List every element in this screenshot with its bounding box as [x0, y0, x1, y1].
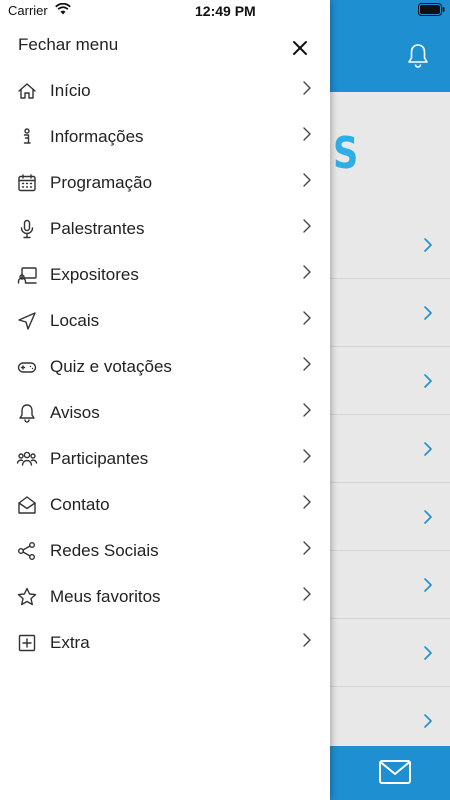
content-list-row[interactable] — [330, 688, 450, 755]
chevron-right-icon — [424, 238, 432, 252]
bell-icon — [16, 402, 38, 424]
chevron-right-icon — [301, 263, 313, 281]
menu-item[interactable]: Início — [0, 68, 330, 114]
chevron-right-icon — [301, 79, 313, 97]
chevron-right-icon — [301, 125, 313, 143]
menu-item-label: Extra — [50, 633, 90, 652]
chevron-right-icon — [424, 374, 432, 388]
menu-item-label: Informações — [50, 127, 144, 146]
chevron-right-icon — [301, 585, 313, 603]
battery-icon — [418, 3, 445, 16]
close-icon[interactable] — [288, 36, 312, 60]
menu-item[interactable]: Redes Sociais — [0, 528, 330, 574]
exhibitor-icon — [16, 264, 38, 286]
menu-item[interactable]: Quiz e votações — [0, 344, 330, 390]
content-list-row[interactable] — [330, 484, 450, 551]
chevron-right-icon — [301, 355, 313, 373]
notification-bell-icon[interactable] — [406, 43, 430, 69]
chevron-right-icon — [301, 309, 313, 327]
menu-item-label: Quiz e votações — [50, 357, 172, 376]
chevron-right-icon — [301, 493, 313, 511]
drawer-header: Fechar menu — [0, 24, 330, 68]
menu-item-label: Meus favoritos — [50, 587, 161, 606]
chevron-right-icon — [301, 217, 313, 235]
chevron-right-icon — [424, 714, 432, 728]
star-icon — [16, 586, 38, 608]
chevron-right-icon — [424, 306, 432, 320]
menu-item[interactable]: Participantes — [0, 436, 330, 482]
plus-square-icon — [16, 632, 38, 654]
content-list-row[interactable] — [330, 416, 450, 483]
mail-icon[interactable] — [379, 760, 411, 784]
menu-item-label: Contato — [50, 495, 110, 514]
chevron-right-icon — [301, 631, 313, 649]
chevron-right-icon — [301, 171, 313, 189]
menu-item-label: Início — [50, 81, 91, 100]
menu-item[interactable]: Informações — [0, 114, 330, 160]
status-bar: Carrier 12:49 PM — [0, 0, 450, 22]
menu-item[interactable]: Expositores — [0, 252, 330, 298]
close-menu-label[interactable]: Fechar menu — [18, 35, 118, 55]
microphone-icon — [16, 218, 38, 240]
menu-item-label: Expositores — [50, 265, 139, 284]
menu-item[interactable]: Palestrantes — [0, 206, 330, 252]
carrier-label: Carrier — [8, 3, 48, 18]
menu-item[interactable]: Programação — [0, 160, 330, 206]
share-icon — [16, 540, 38, 562]
chevron-right-icon — [301, 539, 313, 557]
info-icon — [16, 126, 38, 148]
menu-item-label: Participantes — [50, 449, 149, 468]
status-time: 12:49 PM — [195, 3, 256, 19]
home-icon — [16, 80, 38, 102]
chevron-right-icon — [424, 578, 432, 592]
menu-item-label: Redes Sociais — [50, 541, 159, 560]
menu-item[interactable]: Contato — [0, 482, 330, 528]
envelope-open-icon — [16, 494, 38, 516]
content-list-row[interactable] — [330, 348, 450, 415]
drawer-menu: Início Informações Programação Palestrantes… — [0, 68, 330, 666]
wifi-icon — [55, 3, 71, 15]
menu-item-label: Programação — [50, 173, 153, 192]
people-icon — [16, 448, 38, 470]
menu-item-label: Locais — [50, 311, 100, 330]
chevron-right-icon — [424, 646, 432, 660]
menu-item[interactable]: Locais — [0, 298, 330, 344]
chevron-right-icon — [301, 401, 313, 419]
menu-item-label: Palestrantes — [50, 219, 145, 238]
content-list-row[interactable] — [330, 552, 450, 619]
content-list-row[interactable] — [330, 280, 450, 347]
calendar-icon — [16, 172, 38, 194]
chevron-right-icon — [424, 510, 432, 524]
content-list-row[interactable] — [330, 212, 450, 279]
app-logo-fragment: S — [333, 128, 358, 179]
chevron-right-icon — [424, 442, 432, 456]
side-drawer: Fechar menu Início Informações Programação… — [0, 0, 330, 800]
location-arrow-icon — [16, 310, 38, 332]
content-list-row[interactable] — [330, 620, 450, 687]
gamepad-icon — [16, 356, 38, 378]
menu-item[interactable]: Extra — [0, 620, 330, 666]
menu-item[interactable]: Meus favoritos — [0, 574, 330, 620]
chevron-right-icon — [301, 447, 313, 465]
menu-item[interactable]: Avisos — [0, 390, 330, 436]
menu-item-label: Avisos — [50, 403, 100, 422]
